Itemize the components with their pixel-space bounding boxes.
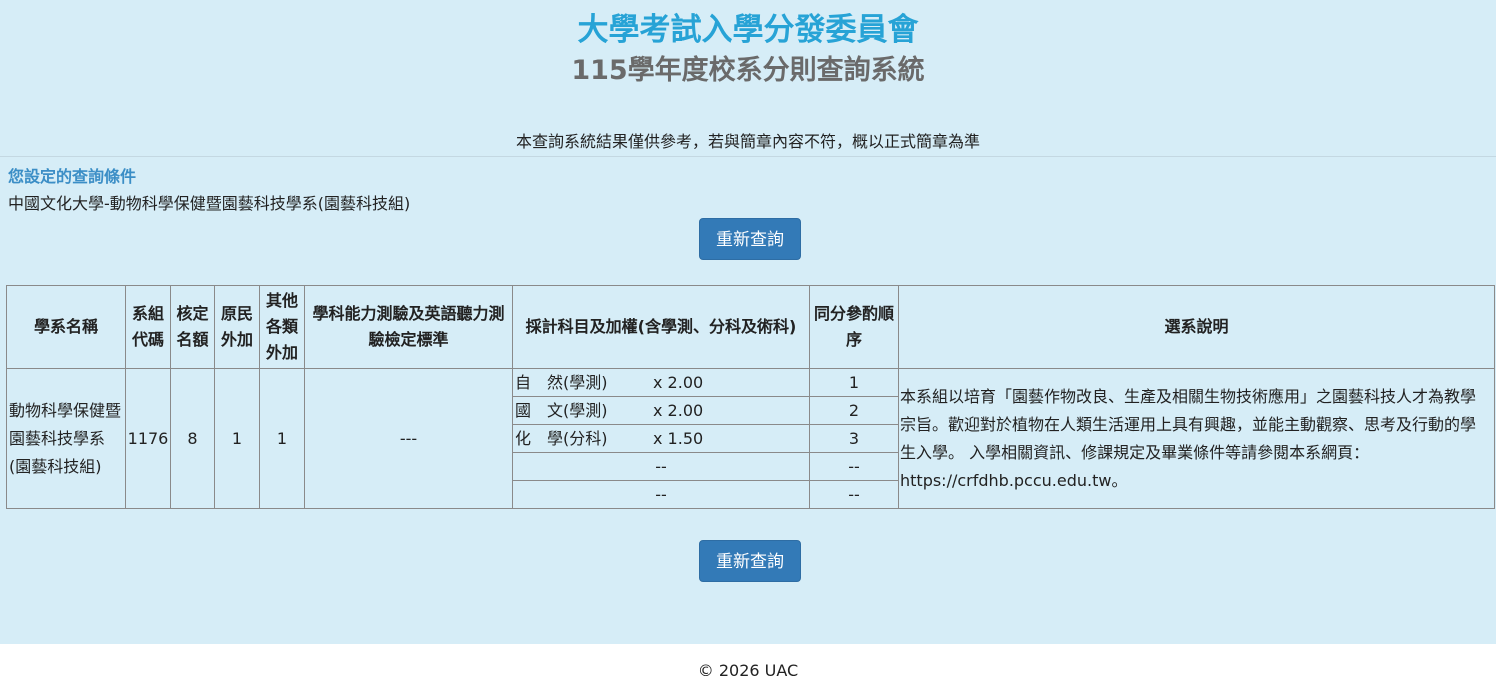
cell-quota: 8 bbox=[170, 368, 215, 509]
table-header-row: 學系名稱 系組代碼 核定名額 原民外加 其他各類外加 學科能力測驗及英語聽力測驗… bbox=[6, 285, 1495, 369]
page-title: 大學考試入學分發委員會 bbox=[577, 12, 919, 48]
subject-weight: x 1.50 bbox=[653, 428, 704, 448]
page-subtitle: 115學年度校系分則查詢系統 bbox=[571, 55, 925, 86]
cell-tie-rank-5: -- bbox=[809, 480, 899, 509]
cell-subject-2: 國 文(學測) x 2.00 bbox=[512, 396, 810, 425]
table-row: 動物科學保健暨園藝科技學系(園藝科技組) 1176 8 1 1 --- 自 然(… bbox=[6, 368, 1495, 509]
cell-tie-rank-1: 1 bbox=[809, 368, 899, 397]
cell-tie-rank-4: -- bbox=[809, 452, 899, 481]
cell-subject-1: 自 然(學測) x 2.00 bbox=[512, 368, 810, 397]
header-other-extra: 其他各類外加 bbox=[259, 285, 305, 369]
cell-tie-rank-2: 2 bbox=[809, 396, 899, 425]
header-subjects-weights: 採計科目及加權(含學測、分科及術科) bbox=[512, 285, 810, 369]
header-quota: 核定名額 bbox=[170, 285, 215, 369]
query-conditions-value: 中國文化大學-動物科學保健暨園藝科技學系(園藝科技組) bbox=[8, 194, 411, 213]
header-tie-order: 同分參酌順序 bbox=[809, 285, 899, 369]
requery-button-bottom[interactable]: 重新查詢 bbox=[699, 540, 801, 582]
cell-other-extra: 1 bbox=[259, 368, 305, 509]
cell-tie-rank-3: 3 bbox=[809, 424, 899, 453]
cell-dept-name: 動物科學保健暨園藝科技學系(園藝科技組) bbox=[6, 368, 126, 509]
header-description: 選系說明 bbox=[898, 285, 1495, 369]
page: 大學考試入學分發委員會 115學年度校系分則查詢系統 本查詢系統結果僅供參考，若… bbox=[0, 0, 1496, 697]
cell-dept-code: 1176 bbox=[125, 368, 171, 509]
cell-subject-4-empty: -- bbox=[512, 452, 810, 481]
requery-button-top[interactable]: 重新查詢 bbox=[699, 218, 801, 260]
header-dept-name: 學系名稱 bbox=[6, 285, 126, 369]
subject-name: 國 文(學測) bbox=[515, 400, 608, 420]
cell-subject-3: 化 學(分科) x 1.50 bbox=[512, 424, 810, 453]
subject-name: 自 然(學測) bbox=[515, 372, 608, 392]
disclaimer-notice: 本查詢系統結果僅供參考，若與簡章內容不符，概以正式簡章為準 bbox=[515, 132, 980, 151]
header-dept-code: 系組代碼 bbox=[125, 285, 171, 369]
subject-weight: x 2.00 bbox=[653, 372, 704, 392]
cell-indigenous-extra: 1 bbox=[214, 368, 260, 509]
subject-name: 化 學(分科) bbox=[515, 428, 608, 448]
header-indigenous-extra: 原民外加 bbox=[214, 285, 260, 369]
subject-weight: x 2.00 bbox=[653, 400, 704, 420]
query-conditions-title: 您設定的查詢條件 bbox=[8, 167, 137, 186]
header-test-standard: 學科能力測驗及英語聽力測驗檢定標準 bbox=[304, 285, 513, 369]
cell-test-standard: --- bbox=[304, 368, 513, 509]
department-table: 學系名稱 系組代碼 核定名額 原民外加 其他各類外加 學科能力測驗及英語聽力測驗… bbox=[6, 285, 1495, 509]
footer-copyright: © 2026 UAC bbox=[697, 661, 799, 680]
cell-subject-5-empty: -- bbox=[512, 480, 810, 509]
header-divider bbox=[0, 156, 1496, 157]
cell-description: 本系組以培育「園藝作物改良、生產及相關生物技術應用」之園藝科技人才為教學宗旨。歡… bbox=[898, 368, 1495, 509]
